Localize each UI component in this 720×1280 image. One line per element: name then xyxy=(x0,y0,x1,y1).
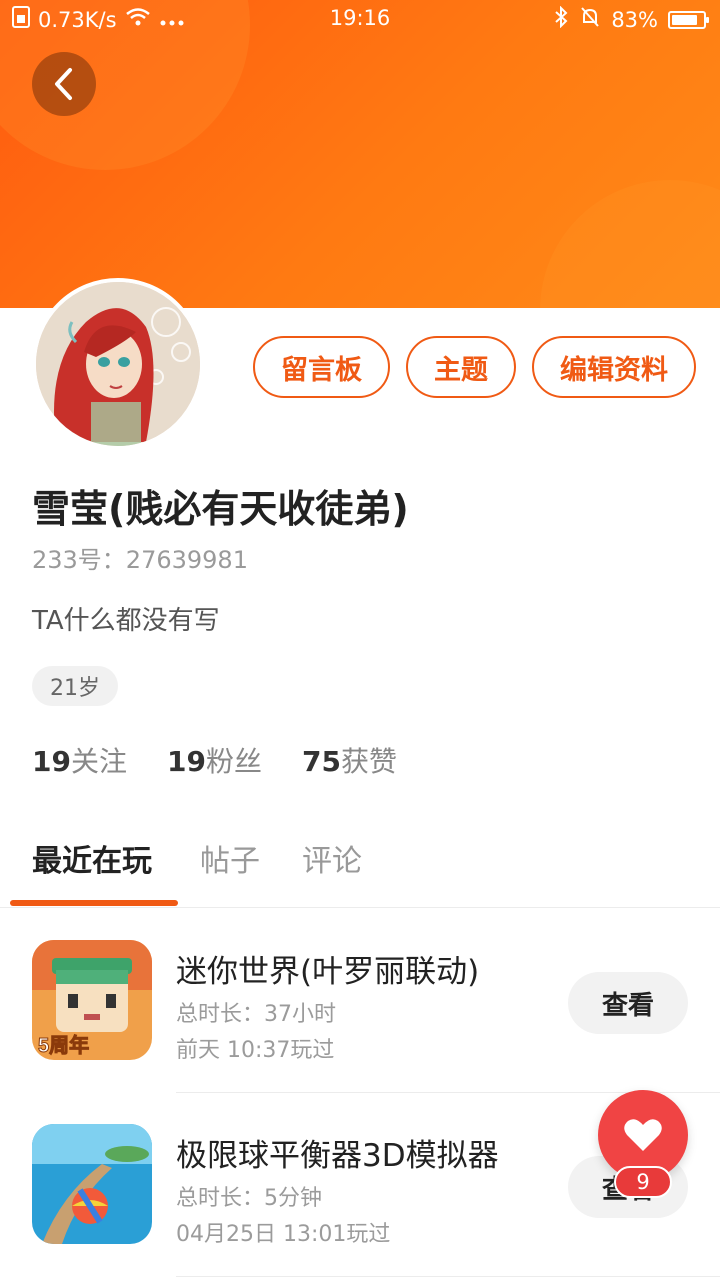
chevron-left-icon xyxy=(55,68,72,100)
back-button[interactable] xyxy=(32,52,96,116)
avatar[interactable] xyxy=(32,278,204,450)
game-icon-mini-world: 5周年 xyxy=(32,940,152,1060)
likes-stat[interactable]: 75获赞 xyxy=(302,740,397,780)
battery-fill xyxy=(672,14,697,25)
following-stat[interactable]: 19关注 xyxy=(32,740,127,780)
message-board-button[interactable]: 留言板 xyxy=(253,336,390,398)
active-tab-indicator xyxy=(10,900,178,906)
game-title: 迷你世界(叶罗丽联动) xyxy=(176,954,480,990)
like-count-badge: 9 xyxy=(614,1166,672,1198)
tab-recently-played[interactable]: 最近在玩 xyxy=(32,836,152,880)
game-last-played: 04月25日 13:01玩过 xyxy=(176,1222,391,1247)
user-id: 233号：27639981 xyxy=(32,546,248,574)
topics-button[interactable]: 主题 xyxy=(406,336,516,398)
profile-header-banner xyxy=(0,0,720,308)
bluetooth-icon xyxy=(553,5,569,33)
game-icon-ball-balance xyxy=(32,1124,152,1244)
edit-profile-button[interactable]: 编辑资料 xyxy=(532,336,696,398)
battery-percent: 83% xyxy=(611,7,658,32)
profile-tabs: 最近在玩 帖子 评论 xyxy=(0,836,720,908)
game-duration: 总时长：5分钟 xyxy=(176,1186,322,1211)
game-duration: 总时长：37小时 xyxy=(176,1002,336,1027)
username: 雪莹(贱必有天收徒弟) xyxy=(32,487,409,531)
profile-actions: 留言板 主题 编辑资料 xyxy=(253,336,696,398)
tab-posts[interactable]: 帖子 xyxy=(200,836,260,880)
icon-text: 5周年 xyxy=(38,1033,89,1057)
list-divider xyxy=(176,1276,720,1277)
status-bar: 0.73K/s 19:16 83% xyxy=(0,0,720,38)
followers-stat[interactable]: 19粉丝 xyxy=(167,740,262,780)
user-bio: TA什么都没有写 xyxy=(32,606,220,636)
profile-stats: 19关注 19粉丝 75获赞 xyxy=(32,740,397,780)
mute-bell-icon xyxy=(579,6,601,33)
list-item[interactable]: 5周年 迷你世界(叶罗丽联动) 总时长：37小时 前天 10:37玩过 查看 xyxy=(0,940,720,1124)
battery-icon xyxy=(668,10,709,29)
heart-icon xyxy=(624,1119,662,1151)
view-button[interactable]: 查看 xyxy=(568,972,688,1034)
banner-decoration xyxy=(540,180,720,308)
game-last-played: 前天 10:37玩过 xyxy=(176,1038,335,1063)
age-badge: 21岁 xyxy=(32,666,118,706)
tab-comments[interactable]: 评论 xyxy=(302,836,362,880)
game-title: 极限球平衡器3D模拟器 xyxy=(176,1138,499,1174)
